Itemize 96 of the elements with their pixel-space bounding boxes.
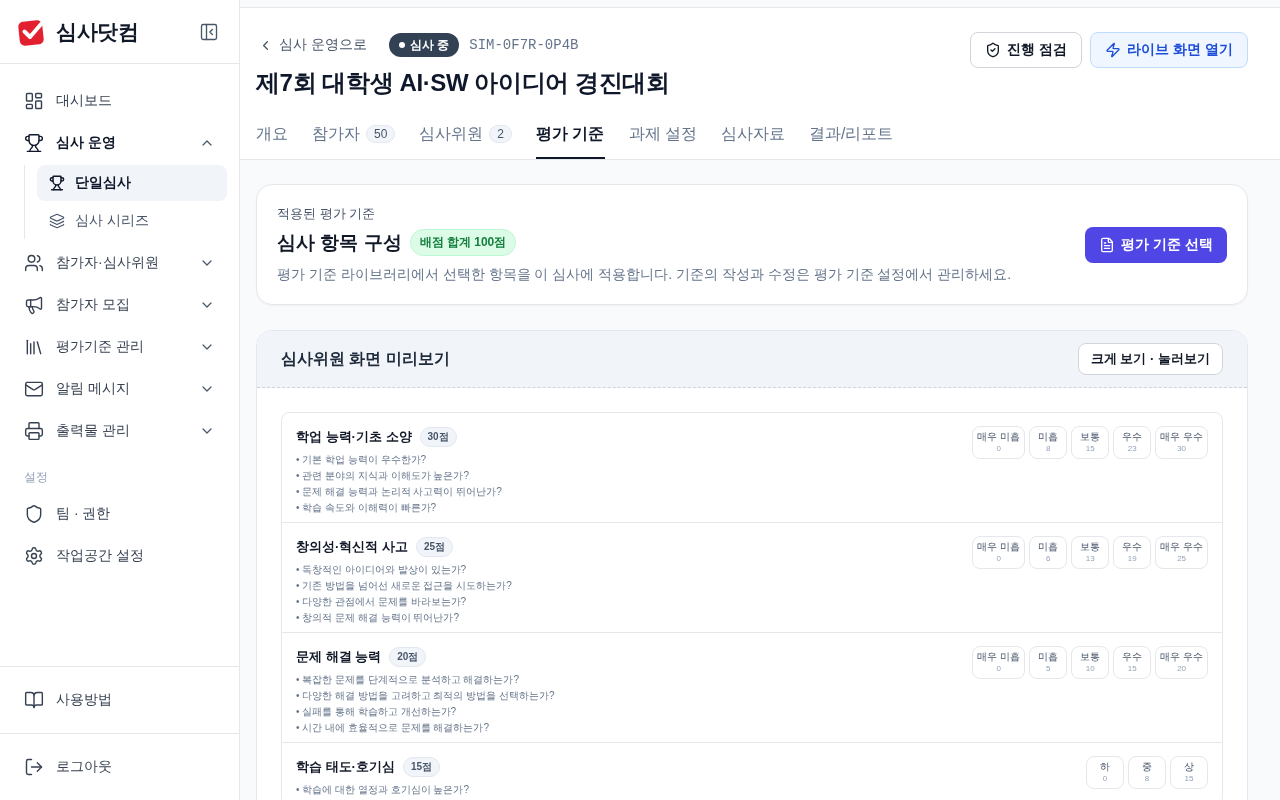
criterion-question: • 독창적인 아이디어와 발상이 있는가? (296, 563, 468, 577)
status-label: 심사 중 (409, 36, 450, 54)
card-title: 심사 항목 구성 (277, 230, 402, 255)
tab[interactable]: 과제 설정 (628, 111, 697, 159)
tab[interactable]: 평가 기준 (536, 111, 605, 159)
criterion-question: • 다양한 해결 방법을 고려하고 최적의 방법을 선택하는가? (296, 689, 555, 703)
sidebar-item[interactable]: 참가자·심사위원 (12, 245, 227, 281)
score-option[interactable]: 우수 23 (1113, 426, 1152, 459)
card-eyebrow: 적용된 평가 기준 (277, 205, 377, 223)
sidebar-item[interactable]: 팀 · 권한 (12, 496, 227, 532)
criterion-question: • 기존 방법을 넘어선 새로운 접근을 시도하는가? (296, 579, 512, 593)
preview-title: 심사위원 화면 미리보기 (281, 348, 450, 369)
section-label: 설정 (24, 469, 49, 485)
criterion-question: • 학습에 대한 열정과 호기심이 높은가? (296, 783, 469, 797)
sidebar-subitem[interactable]: 단일심사 (37, 165, 227, 201)
score-option[interactable]: 우수 19 (1113, 536, 1152, 569)
shield-check-icon (985, 42, 1002, 58)
criterion-question: • 다양한 관점에서 문제를 바라보는가? (296, 595, 468, 609)
points-badge: 25점 (415, 537, 454, 557)
score-option[interactable]: 매우 우수 30 (1155, 426, 1208, 459)
panel-collapse-icon (199, 21, 219, 42)
points-badge: 15점 (402, 757, 441, 777)
score-option[interactable]: 매우 미흡 0 (972, 426, 1026, 459)
score-option[interactable]: 미흡 5 (1029, 646, 1068, 679)
sidebar-item[interactable]: 참가자 모집 (12, 287, 227, 323)
score-option[interactable]: 매우 우수 25 (1155, 536, 1208, 569)
criterion-question: • 문제 해결 능력과 논리적 사고력이 뛰어난가? (296, 485, 502, 499)
sidebar-item[interactable]: 대시보드 (12, 83, 227, 119)
book-icon (24, 690, 44, 710)
lightning-icon (1105, 42, 1122, 58)
mail-icon (24, 379, 44, 399)
megaphone-icon (24, 295, 44, 315)
criterion-question: • 기본 학업 능력이 우수한가? (296, 453, 428, 467)
criterion-title: 학습 태도·호기심 (296, 758, 395, 776)
tab[interactable]: 심사자료 (720, 111, 785, 159)
settings-icon (24, 546, 44, 566)
tab[interactable]: 개요 (256, 111, 288, 159)
document-icon (1099, 236, 1116, 253)
score-option[interactable]: 우수 15 (1113, 646, 1152, 679)
collapse-sidebar-button[interactable] (199, 21, 219, 42)
card-description: 평가 기준 라이브러리에서 선택한 항목을 이 심사에 적용합니다. 기준의 작성과 수정은 평가 기준 설정에서 관리하세요. (277, 265, 1012, 284)
enlarge-view-button[interactable]: 크게 보기 · 눌러보기 (1077, 343, 1223, 375)
criterion-question: • 실패를 통해 학습하고 개선하는가? (296, 705, 458, 719)
layers-icon (49, 213, 65, 229)
printer-icon (24, 421, 44, 441)
brand-name: 심사닷컴 (56, 18, 138, 45)
score-option[interactable]: 매우 미흡 0 (972, 646, 1026, 679)
total-score-badge: 배점 합계 100점 (409, 229, 517, 256)
logo-icon (18, 17, 46, 46)
score-option[interactable]: 중 8 (1128, 756, 1166, 789)
tab[interactable]: 참가자 50 (312, 111, 396, 159)
page-title: 제7회 대학생 AI·SW 아이디어 경진대회 (256, 68, 670, 98)
count-badge: 2 (489, 125, 513, 143)
criterion-question: • 창의적 문제 해결 능력이 뛰어난가? (296, 611, 460, 625)
score-option[interactable]: 미흡 6 (1029, 536, 1068, 569)
score-option[interactable]: 보통 10 (1071, 646, 1110, 679)
score-option[interactable]: 하 0 (1086, 756, 1124, 789)
criterion-question: • 시간 내에 효율적으로 문제를 해결하는가? (296, 721, 490, 735)
sidebar-item[interactable]: 심사 운영 (12, 125, 227, 161)
sidebar-item[interactable]: 출력물 관리 (12, 413, 227, 449)
score-option[interactable]: 매우 우수 20 (1155, 646, 1208, 679)
score-option[interactable]: 미흡 8 (1029, 426, 1068, 459)
people-icon (24, 253, 44, 273)
status-dot-icon (398, 42, 405, 48)
sidebar-item[interactable]: 알림 메시지 (12, 371, 227, 407)
sidebar-item[interactable]: 평가기준 관리 (12, 329, 227, 365)
grid-icon (24, 91, 44, 111)
shield-icon (24, 504, 44, 524)
tab[interactable]: 심사위원 2 (419, 111, 513, 159)
score-option[interactable]: 보통 13 (1071, 536, 1110, 569)
books-icon (24, 337, 44, 357)
sidebar-item[interactable]: 사용방법 (12, 682, 227, 718)
points-badge: 30점 (419, 427, 457, 447)
contest-code: SIM-0F7R-0P4B (469, 37, 579, 53)
trophy-icon (24, 133, 44, 153)
count-badge: 50 (366, 125, 396, 143)
criterion-title: 문제 해결 능력 (296, 648, 382, 666)
logout-icon (24, 757, 44, 777)
trophy-icon (49, 175, 65, 191)
criterion-question: • 관련 분야의 지식과 이해도가 높은가? (296, 469, 470, 483)
sidebar-item[interactable]: 로그아웃 (12, 749, 227, 785)
sidebar-subitem[interactable]: 심사 시리즈 (37, 203, 227, 239)
score-option[interactable]: 보통 15 (1071, 426, 1110, 459)
criterion-question: • 복잡한 문제를 단계적으로 분석하고 해결하는가? (296, 673, 520, 687)
score-option[interactable]: 상 15 (1170, 756, 1208, 789)
tab[interactable]: 결과/리포트 (808, 111, 894, 159)
criterion-title: 창의성·혁신적 사고 (296, 538, 408, 556)
header-action-button[interactable]: 진행 점검 (970, 32, 1083, 68)
criterion-question: • 학습 속도와 이해력이 빠른가? (296, 501, 438, 515)
select-criteria-button[interactable]: 평가 기준 선택 (1085, 226, 1227, 263)
points-badge: 20점 (389, 647, 427, 667)
back-link[interactable]: 심사 운영으로 (256, 36, 371, 54)
score-option[interactable]: 매우 미흡 0 (972, 536, 1026, 569)
sidebar-item[interactable]: 작업공간 설정 (12, 538, 227, 574)
criterion-title: 학업 능력·기초 소양 (296, 428, 412, 446)
header-action-button[interactable]: 라이브 화면 열기 (1090, 32, 1248, 68)
